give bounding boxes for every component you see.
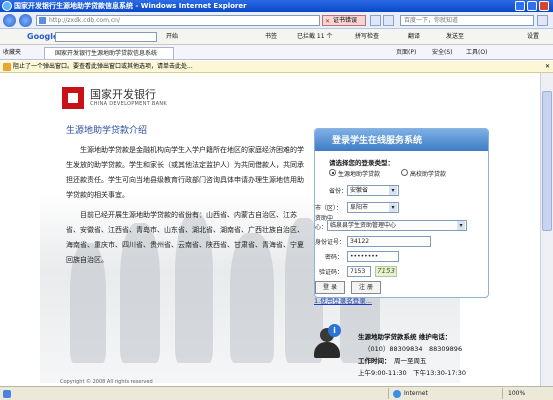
popup-blocked-infobar[interactable]: 阻止了一个弹出窗口。要查看此弹出窗口或其他选项，请单击此处... ✕: [0, 61, 553, 73]
minimize-button[interactable]: [515, 1, 525, 11]
login-button[interactable]: 登 录: [315, 281, 345, 294]
toolbar-bookmarks[interactable]: 书签: [265, 29, 277, 45]
google-toolbar: Google 开始 书签 已拦截 11 个 拼写检查 翻译 发送至 设置: [0, 29, 553, 45]
maximize-button[interactable]: [527, 1, 537, 11]
center-label-2: 心：: [315, 224, 328, 231]
province-select[interactable]: 安徽省: [347, 185, 399, 196]
intro-paragraph-2: 目前已经开展生源地助学贷款的省份有：山西省、内蒙古自治区、江苏省、安徽省、江西省…: [66, 211, 304, 264]
google-logo: Google: [27, 32, 59, 41]
toolbar-start[interactable]: 开始: [166, 29, 178, 45]
radio-college-loan-label: 高校助学贷款: [410, 171, 447, 178]
province-label: 省份：: [329, 188, 348, 195]
support-person-icon: i: [314, 324, 341, 358]
status-bar: Internet 100%: [0, 386, 553, 400]
password-label: 密码：: [325, 254, 344, 261]
tab-active[interactable]: 国家开发银行生源地助学贷款信息系统: [44, 47, 174, 59]
forward-icon[interactable]: [19, 14, 32, 27]
support-phone: （010）88309834 88309896: [364, 345, 463, 353]
tab-row: 收藏夹 国家开发银行生源地助学贷款信息系统 页面(P) 安全(S) 工具(O): [0, 45, 553, 60]
vertical-scrollbar[interactable]: [540, 73, 553, 386]
close-button[interactable]: [539, 1, 549, 11]
support-title: 生源地助学贷款系统 维护电话：: [358, 333, 452, 341]
page-status-icon: [3, 390, 11, 398]
stop-icon[interactable]: [383, 15, 394, 26]
support-hours-time: 上午9:00-11:30 下午13:30-17:30: [358, 369, 466, 377]
ie-icon: [2, 1, 12, 11]
address-toolbar: http://zxdk.cdb.com.cn/ ✕ 证书错误 百度一下，你就知道: [0, 12, 553, 29]
page-content: 国家开发银行 CHINA DEVELOPMENT BANK 生源地助学贷款介绍 …: [0, 73, 540, 386]
radio-local-loan[interactable]: [329, 169, 336, 176]
help-link[interactable]: 1.使用登录名登录...: [314, 295, 372, 305]
id-label: 身份证号：: [315, 239, 346, 246]
back-icon[interactable]: [3, 14, 16, 27]
city-select[interactable]: 阜阳市: [347, 202, 399, 213]
safety-menu[interactable]: 安全(S): [432, 45, 453, 60]
city-label: 市（区）：: [315, 205, 343, 212]
window-titlebar[interactable]: 国家开发银行生源地助学贷款信息系统 - Windows Internet Exp…: [0, 0, 553, 12]
intro-paragraph-1: 生源地助学贷款是金融机构向学生入学户籍所在地区的家庭经济困难的学生发放的助学贷款…: [66, 146, 304, 199]
support-hours-label: 工作时间：: [358, 357, 391, 365]
refresh-icon[interactable]: [370, 15, 381, 26]
search-input[interactable]: 百度一下，你就知道: [400, 15, 534, 26]
register-button[interactable]: 注 册: [351, 281, 381, 294]
error-icon: ✕: [325, 18, 331, 25]
tools-menu[interactable]: 工具(O): [466, 45, 487, 60]
login-header: 登录学生在线服务系统: [315, 129, 488, 151]
logo-chinese: 国家开发银行: [90, 88, 156, 101]
google-search-input[interactable]: [55, 32, 157, 42]
search-icon[interactable]: [537, 15, 548, 26]
scrollbar-thumb[interactable]: [542, 91, 552, 231]
security-zone: Internet: [393, 387, 428, 400]
toolbar-translate[interactable]: 翻译: [408, 29, 420, 45]
cdb-logo-icon: [62, 87, 84, 109]
id-number-input[interactable]: 34122: [347, 236, 431, 247]
window-title: 国家开发银行生源地助学贷款信息系统 - Windows Internet Exp…: [14, 2, 247, 10]
intro-title: 生源地助学贷款介绍: [66, 126, 148, 136]
captcha-image[interactable]: 7153: [375, 266, 397, 277]
toolbar-settings[interactable]: 设置: [527, 29, 539, 45]
support-hours-days: 周一至周五: [394, 357, 427, 365]
radio-local-loan-label: 生源地助学贷款: [338, 171, 381, 178]
password-input[interactable]: ••••••••: [347, 251, 399, 262]
zoom-level[interactable]: 100%: [508, 387, 525, 400]
favorites-button[interactable]: 收藏夹: [3, 45, 21, 60]
login-type-label: 请选择您的登录类型：: [329, 159, 394, 167]
center-select[interactable]: 临泉县学生资助管理中心: [327, 220, 467, 231]
page-menu[interactable]: 页面(P): [396, 45, 416, 60]
toolbar-popup-blocked[interactable]: 已拦截 11 个: [297, 29, 332, 45]
address-input[interactable]: http://zxdk.cdb.com.cn/: [36, 15, 320, 26]
toolbar-send-to[interactable]: 发送至: [446, 29, 464, 45]
certificate-error-button[interactable]: ✕ 证书错误: [322, 15, 366, 26]
login-panel: 登录学生在线服务系统 请选择您的登录类型： 生源地助学贷款 高校助学贷款 省份：…: [314, 128, 489, 298]
logo-english: CHINA DEVELOPMENT BANK: [90, 101, 167, 107]
captcha-label: 验证码：: [319, 269, 344, 276]
infobar-close-icon[interactable]: ✕: [545, 61, 550, 73]
page-icon: [39, 17, 46, 24]
shield-icon: [3, 63, 11, 71]
copyright-text: Copyright © 2008 All rights reserved: [60, 379, 153, 385]
radio-college-loan[interactable]: [401, 169, 408, 176]
captcha-input[interactable]: 7153: [347, 266, 371, 277]
toolbar-spellcheck[interactable]: 拼写检查: [355, 29, 379, 45]
